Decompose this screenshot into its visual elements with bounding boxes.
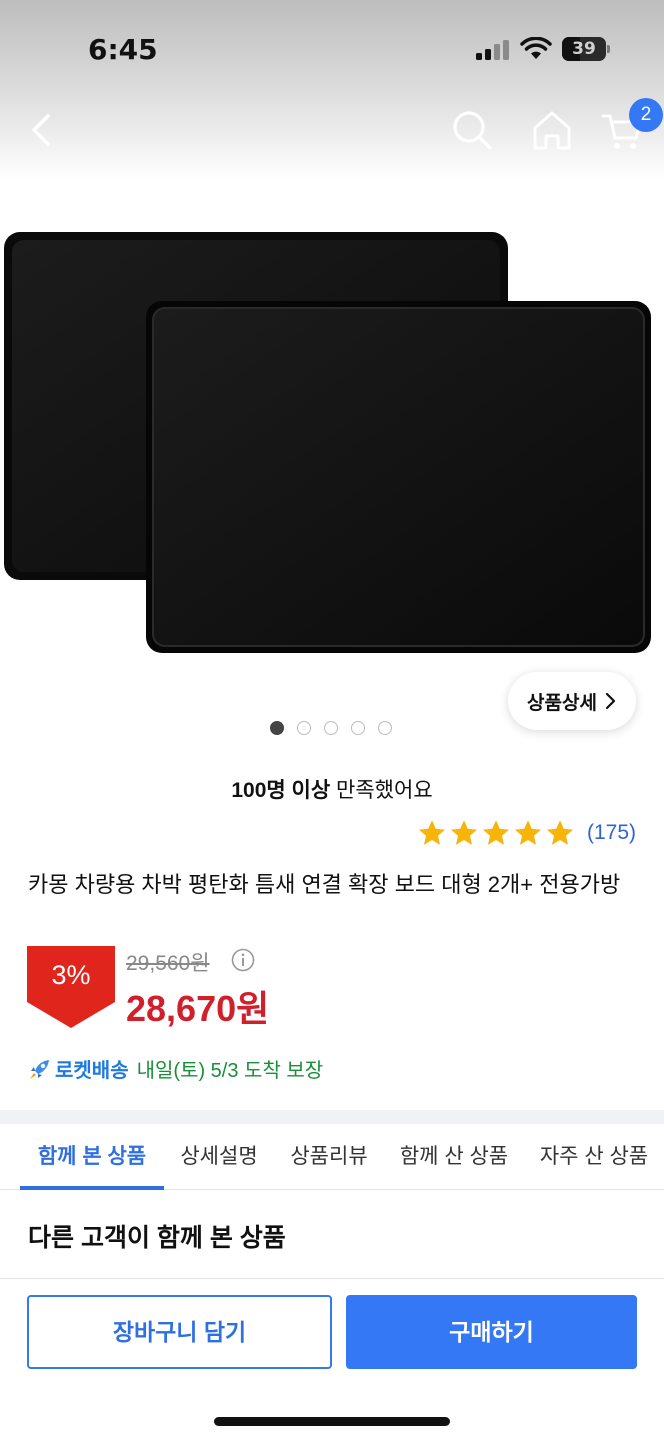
tab-description[interactable]: 상세설명 (164, 1124, 274, 1190)
review-count[interactable]: (175) (587, 821, 636, 845)
original-price: 29,560원 (126, 952, 210, 975)
star-icon (514, 820, 541, 845)
star-icon (482, 820, 509, 845)
sale-price: 28,670원 (126, 988, 270, 1029)
back-chevron-icon[interactable] (22, 108, 66, 152)
delivery-date: 내일(토) 5/3 도착 보장 (136, 1060, 324, 1082)
rocket-delivery-label: 로켓배송 (55, 1060, 129, 1082)
status-time: 6:45 (88, 33, 158, 66)
section-divider (0, 1110, 664, 1124)
rating[interactable]: (175) (417, 818, 636, 848)
tab-bought-together[interactable]: 함께 산 상품 (384, 1124, 524, 1190)
battery-icon: 39 (562, 37, 610, 61)
star-icon (450, 820, 477, 845)
detail-tabs: 함께 본 상품 상세설명 상품리뷰 함께 산 상품 자주 산 상품 (0, 1124, 664, 1190)
home-indicator (214, 1417, 450, 1426)
tab-viewed-together[interactable]: 함께 본 상품 (20, 1124, 164, 1190)
pagination-dot[interactable] (351, 721, 365, 735)
tab-reviews[interactable]: 상품리뷰 (274, 1124, 384, 1190)
chevron-right-icon (605, 692, 616, 710)
satisfaction-label: 만족했어요 (330, 779, 433, 802)
satisfaction-text: 100명 이상 만족했어요 (0, 774, 664, 804)
buy-now-button[interactable]: 구매하기 (346, 1295, 637, 1369)
add-to-cart-button[interactable]: 장바구니 담기 (27, 1295, 332, 1369)
status-bar: 6:45 39 (0, 0, 664, 100)
pagination-dot[interactable] (270, 721, 284, 735)
wifi-icon (520, 37, 552, 59)
gallery-pagination (270, 721, 392, 735)
section-title: 다른 고객이 함께 본 상품 (28, 1224, 286, 1252)
info-icon[interactable] (231, 948, 255, 972)
bottom-action-bar: 장바구니 담기 구매하기 (0, 1278, 664, 1440)
star-icon (418, 820, 445, 845)
home-icon[interactable] (530, 108, 574, 152)
pagination-dot[interactable] (297, 721, 311, 735)
tab-frequently-bought[interactable]: 자주 산 상품 (524, 1124, 664, 1190)
product-image[interactable] (0, 200, 664, 680)
pagination-dot[interactable] (324, 721, 338, 735)
discount-rate: 3% (51, 960, 91, 990)
satisfaction-count: 100명 이상 (231, 779, 331, 802)
product-detail-button[interactable]: 상품상세 (508, 672, 636, 730)
delivery-info: 로켓배송 내일(토) 5/3 도착 보장 (27, 1054, 323, 1083)
product-title: 카몽 차량용 차박 평탄화 틈새 연결 확장 보드 대형 2개+ 전용가방 (28, 872, 621, 897)
rocket-icon (30, 1059, 49, 1079)
product-detail-label: 상품상세 (527, 692, 597, 714)
search-icon[interactable] (450, 108, 494, 152)
battery-level: 39 (572, 39, 596, 59)
star-icon (546, 820, 573, 845)
cellular-signal-icon (476, 40, 509, 60)
cart-count-badge: 2 (629, 98, 663, 132)
nav-bar (0, 100, 664, 162)
pagination-dot[interactable] (378, 721, 392, 735)
